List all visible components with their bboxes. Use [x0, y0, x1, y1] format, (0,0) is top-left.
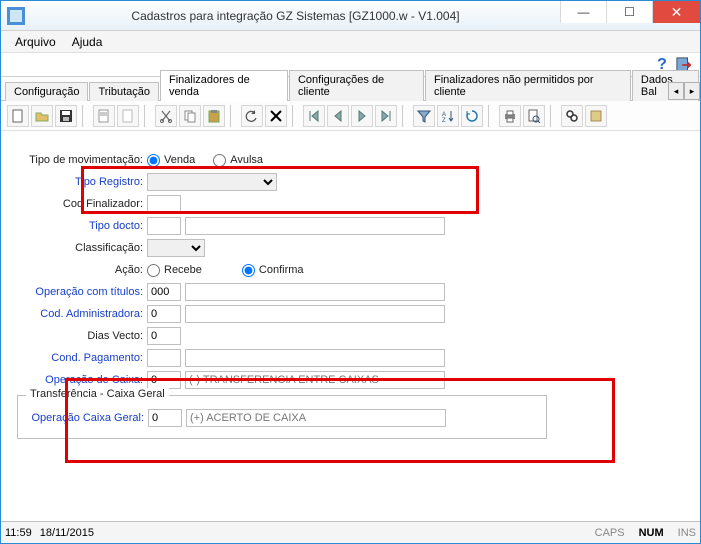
- transf-fieldset: Transferência - Caixa Geral Operação Cai…: [17, 395, 547, 439]
- tab-fin-nao-perm[interactable]: Finalizadores não permitidos por cliente: [425, 70, 631, 101]
- cond-pag-input[interactable]: [147, 349, 181, 367]
- cond-pag-label[interactable]: Cond. Pagamento:: [17, 352, 147, 364]
- filter-button[interactable]: [413, 105, 435, 127]
- status-date: 18/11/2015: [40, 527, 94, 539]
- window-title: Cadastros para integração GZ Sistemas [G…: [31, 9, 560, 23]
- tab-finalizadores[interactable]: Finalizadores de venda: [160, 70, 288, 101]
- radio-recebe-label: Recebe: [164, 264, 202, 276]
- op-caixa-geral-input[interactable]: [148, 409, 182, 427]
- minimize-button[interactable]: —: [560, 1, 606, 23]
- tab-row: Configuração Tributação Finalizadores de…: [1, 77, 700, 101]
- op-titulos-input[interactable]: [147, 283, 181, 301]
- find-button[interactable]: [561, 105, 583, 127]
- transf-legend: Transferência - Caixa Geral: [26, 388, 169, 400]
- op-caixa-input[interactable]: [147, 371, 181, 389]
- cod-finalizador-label: Cod Finalizador:: [17, 198, 147, 210]
- app-icon: [7, 7, 25, 25]
- tab-scroll-right[interactable]: ▸: [684, 82, 700, 100]
- op-caixa-label[interactable]: Operação de Caixa:: [17, 374, 147, 386]
- op-caixa-desc[interactable]: [185, 371, 445, 389]
- svg-text:Z: Z: [442, 118, 446, 123]
- status-caps: CAPS: [595, 527, 625, 539]
- status-num: NUM: [639, 527, 664, 539]
- radio-recebe-input[interactable]: [147, 264, 160, 277]
- menu-ajuda[interactable]: Ajuda: [64, 33, 111, 51]
- tipo-registro-label[interactable]: Tipo Registro:: [17, 176, 147, 188]
- radio-confirma[interactable]: Confirma: [242, 264, 304, 277]
- menu-bar: Arquivo Ajuda: [1, 31, 700, 53]
- cond-pag-desc[interactable]: [185, 349, 445, 367]
- cod-adm-label[interactable]: Cod. Administradora:: [17, 308, 147, 320]
- open-button[interactable]: [31, 105, 53, 127]
- copy-button[interactable]: [179, 105, 201, 127]
- print-button[interactable]: [499, 105, 521, 127]
- next-button[interactable]: [351, 105, 373, 127]
- classificacao-label: Classificação:: [17, 242, 147, 254]
- tipo-docto-desc[interactable]: [185, 217, 445, 235]
- radio-recebe[interactable]: Recebe: [147, 264, 202, 277]
- new-button[interactable]: [7, 105, 29, 127]
- dias-vecto-label: Dias Vecto:: [17, 330, 147, 342]
- toolbar: AZ: [1, 101, 700, 131]
- cut-button[interactable]: [155, 105, 177, 127]
- radio-avulsa-label: Avulsa: [230, 154, 263, 166]
- cod-finalizador-input[interactable]: [147, 195, 181, 213]
- radio-avulsa-input[interactable]: [213, 154, 226, 167]
- tab-tributacao[interactable]: Tributação: [89, 82, 159, 101]
- tipo-docto-input[interactable]: [147, 217, 181, 235]
- radio-venda-input[interactable]: [147, 154, 160, 167]
- classificacao-select[interactable]: [147, 239, 205, 257]
- radio-confirma-input[interactable]: [242, 264, 255, 277]
- main-area: Tipo de movimentação: Venda Avulsa Tipo …: [1, 131, 700, 439]
- menu-arquivo[interactable]: Arquivo: [7, 33, 64, 51]
- maximize-button[interactable]: ☐: [606, 1, 652, 23]
- paste-button[interactable]: [203, 105, 225, 127]
- title-bar: Cadastros para integração GZ Sistemas [G…: [1, 1, 700, 31]
- radio-venda-label: Venda: [164, 154, 195, 166]
- op-caixa-geral-desc[interactable]: [186, 409, 446, 427]
- refresh-button[interactable]: [461, 105, 483, 127]
- cod-adm-input[interactable]: [147, 305, 181, 323]
- tab-config-cliente[interactable]: Configurações de cliente: [289, 70, 424, 101]
- tab-scroll-left[interactable]: ◂: [668, 82, 684, 100]
- acao-label: Ação:: [17, 264, 147, 276]
- last-button[interactable]: [375, 105, 397, 127]
- tab-configuracao[interactable]: Configuração: [5, 82, 88, 101]
- delete-button[interactable]: [265, 105, 287, 127]
- status-bar: 11:59 18/11/2015 CAPS NUM INS: [1, 521, 700, 543]
- tipo-mov-label: Tipo de movimentação:: [17, 154, 147, 166]
- cod-adm-desc[interactable]: [185, 305, 445, 323]
- tool-button[interactable]: [585, 105, 607, 127]
- preview-button[interactable]: [523, 105, 545, 127]
- status-time: 11:59: [5, 527, 32, 539]
- sheet1-button[interactable]: [93, 105, 115, 127]
- radio-venda[interactable]: Venda: [147, 154, 195, 167]
- sheet2-button[interactable]: [117, 105, 139, 127]
- tipo-registro-select[interactable]: [147, 173, 277, 191]
- status-ins: INS: [678, 527, 696, 539]
- first-button[interactable]: [303, 105, 325, 127]
- tipo-docto-label[interactable]: Tipo docto:: [17, 220, 147, 232]
- op-titulos-label[interactable]: Operação com títulos:: [17, 286, 147, 298]
- sort-button[interactable]: AZ: [437, 105, 459, 127]
- dias-vecto-input[interactable]: [147, 327, 181, 345]
- undo-button[interactable]: [241, 105, 263, 127]
- op-caixa-geral-label[interactable]: Operação Caixa Geral:: [28, 412, 148, 424]
- prev-button[interactable]: [327, 105, 349, 127]
- save-button[interactable]: [55, 105, 77, 127]
- close-button[interactable]: ✕: [652, 1, 700, 23]
- radio-avulsa[interactable]: Avulsa: [213, 154, 263, 167]
- radio-confirma-label: Confirma: [259, 264, 304, 276]
- op-titulos-desc[interactable]: [185, 283, 445, 301]
